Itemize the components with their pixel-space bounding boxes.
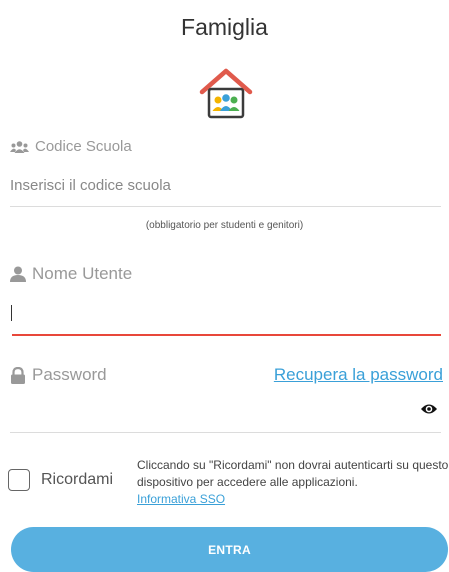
sso-info-link[interactable]: Informativa SSO [137,492,225,506]
password-label-text: Password [32,365,107,384]
school-code-label-text: Codice Scuola [35,138,132,155]
school-code-input[interactable]: Inserisci il codice scuola [10,177,171,194]
page-title: Famiglia [181,14,268,40]
remember-info-text: Cliccando su "Ricordami" non dovrai aute… [137,458,449,489]
username-underline [12,334,441,336]
username-input[interactable] [11,305,12,321]
users-icon [10,140,29,153]
password-label: Password [10,365,107,385]
user-icon [10,266,26,282]
school-code-underline [10,206,441,207]
remember-checkbox[interactable] [8,469,30,491]
username-label: Nome Utente [10,264,132,284]
school-code-hint: (obbligatorio per studenti e genitori) [145,220,304,231]
login-button[interactable]: ENTRA [11,527,448,572]
family-home-icon [199,68,253,119]
username-label-text: Nome Utente [32,264,133,283]
eye-icon[interactable] [420,401,438,417]
recover-password-link[interactable]: Recupera la password [274,365,443,385]
remember-label: Ricordami [41,471,114,488]
school-code-label: Codice Scuola [10,138,132,155]
password-input[interactable] [10,432,441,433]
remember-info: Cliccando su "Ricordami" non dovrai aute… [137,457,449,508]
lock-icon [11,366,25,384]
